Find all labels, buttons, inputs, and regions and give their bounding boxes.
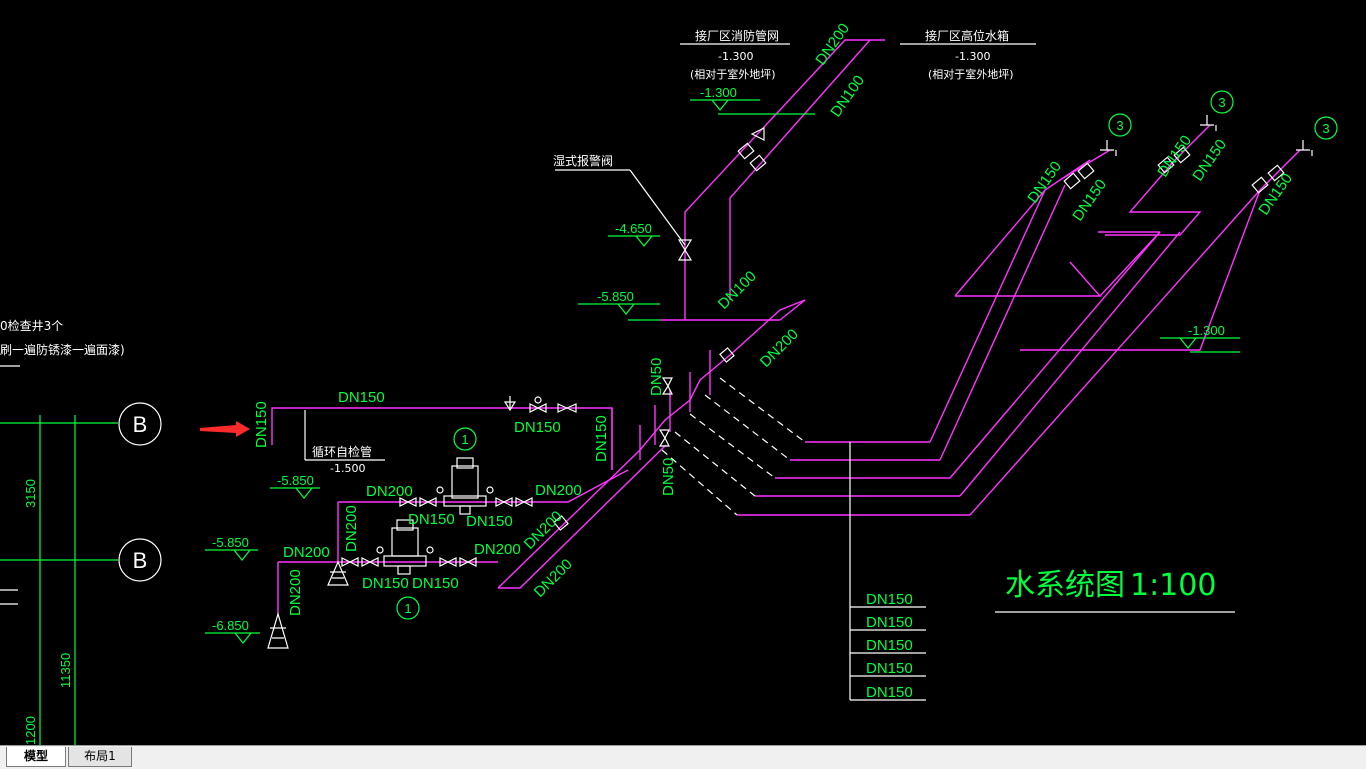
outlet-table: DN150 DN150 DN150 DN150 DN150 bbox=[866, 591, 913, 701]
tab-layout1[interactable]: 布局1 bbox=[68, 747, 132, 767]
pipe-size-labels: DN150 DN150 DN150 DN150 DN200 DN200 DN15… bbox=[253, 20, 1296, 616]
pump-lower-icon bbox=[391, 527, 419, 557]
size-dn150-top: DN150 bbox=[338, 389, 385, 406]
dim-1200: 1200 bbox=[23, 716, 38, 745]
top-label-high-tank-elev: -1.300 bbox=[955, 50, 990, 63]
size-dn150-d: DN150 bbox=[412, 575, 459, 592]
outlet-size-3: DN150 bbox=[866, 637, 913, 654]
elev-5850-c: -5.850 bbox=[212, 535, 249, 550]
branch-tag-3: 3 bbox=[1322, 121, 1329, 136]
left-note-1: 0检查井3个 bbox=[0, 318, 63, 333]
size-dn150-left: DN150 bbox=[253, 401, 270, 448]
size-dn150-br2: DN150 bbox=[1069, 176, 1110, 224]
elev-1300-b: -1.300 bbox=[1188, 323, 1225, 338]
size-dn200-h: DN200 bbox=[531, 556, 576, 601]
size-dn200-f: DN200 bbox=[287, 569, 304, 616]
pump-upper-icon bbox=[451, 465, 479, 499]
size-dn150-c: DN150 bbox=[362, 575, 409, 592]
size-dn100-top: DN100 bbox=[827, 72, 868, 120]
drawing-title: 水系统图 bbox=[1005, 568, 1125, 603]
dim-3150: 3150 bbox=[23, 479, 38, 508]
size-dn200-a: DN200 bbox=[366, 483, 413, 500]
pump-tag-upper: 1 bbox=[461, 432, 468, 447]
branch-tag-2: 3 bbox=[1218, 95, 1225, 110]
elev-5850-a: -5.850 bbox=[597, 289, 634, 304]
elev-5850-b: -5.850 bbox=[277, 473, 314, 488]
branch-tag-1: 3 bbox=[1116, 118, 1123, 133]
size-dn200-d: DN200 bbox=[283, 544, 330, 561]
left-note-2: 刷一遍防锈漆一遍面漆) bbox=[0, 342, 125, 357]
top-label-high-tank-note: (相对于室外地坪) bbox=[928, 67, 1014, 81]
drawing-canvas[interactable]: B B 3150 11350 1200 0检查井3个 刷一遍防锈漆一遍面漆) 1… bbox=[0, 0, 1366, 745]
size-dn150-a: DN150 bbox=[408, 511, 455, 528]
outlet-size-4: DN150 bbox=[866, 660, 913, 677]
outlet-size-5: DN150 bbox=[866, 684, 913, 701]
elev-4650: -4.650 bbox=[615, 221, 652, 236]
top-label-fire-network: 接厂区消防管网 bbox=[695, 28, 779, 43]
size-dn150-br4: DN150 bbox=[1189, 136, 1230, 184]
outlet-size-1: DN150 bbox=[866, 591, 913, 608]
tab-model[interactable]: 模型 bbox=[6, 747, 66, 767]
top-label-high-tank: 接厂区高位水箱 bbox=[925, 28, 1009, 43]
elev-1500: -1.500 bbox=[330, 462, 365, 475]
top-label-fire-network-note: (相对于室外地坪) bbox=[690, 67, 776, 81]
size-dn200-b: DN200 bbox=[535, 482, 582, 499]
pump-tag-lower: 1 bbox=[404, 601, 411, 616]
elev-1300-a: -1.300 bbox=[700, 85, 737, 100]
left-grid: B B 3150 11350 1200 0检查井3个 刷一遍防锈漆一遍面漆) bbox=[0, 318, 162, 745]
recirc-pipe-label: 循环自检管 bbox=[312, 444, 372, 459]
size-dn200-e: DN200 bbox=[474, 541, 521, 558]
size-dn50-b: DN50 bbox=[660, 458, 677, 496]
size-dn100-a: DN100 bbox=[715, 268, 760, 313]
red-arrow-icon bbox=[200, 421, 250, 437]
size-dn150-recirc: DN150 bbox=[514, 419, 561, 436]
elev-6850: -6.850 bbox=[212, 618, 249, 633]
alarm-valve-label: 湿式报警阀 bbox=[553, 153, 613, 168]
size-dn200-top: DN200 bbox=[812, 20, 853, 68]
dim-11350: 11350 bbox=[58, 653, 73, 688]
top-label-fire-network-elev: -1.300 bbox=[718, 50, 753, 63]
size-dn50-a: DN50 bbox=[648, 358, 665, 396]
size-dn150-right: DN150 bbox=[593, 415, 610, 462]
size-dn200-g: DN200 bbox=[521, 508, 566, 553]
size-dn200-c: DN200 bbox=[343, 505, 360, 552]
grid-bubble-b-upper-text: B bbox=[133, 412, 148, 437]
outlet-size-2: DN150 bbox=[866, 614, 913, 631]
grid-bubble-b-lower-text: B bbox=[133, 548, 148, 573]
size-dn150-b: DN150 bbox=[466, 513, 513, 530]
layout-tab-bar: 模型 布局1 bbox=[0, 745, 1366, 769]
size-dn200-i: DN200 bbox=[757, 326, 802, 371]
drawing-scale: 1:100 bbox=[1130, 568, 1216, 603]
